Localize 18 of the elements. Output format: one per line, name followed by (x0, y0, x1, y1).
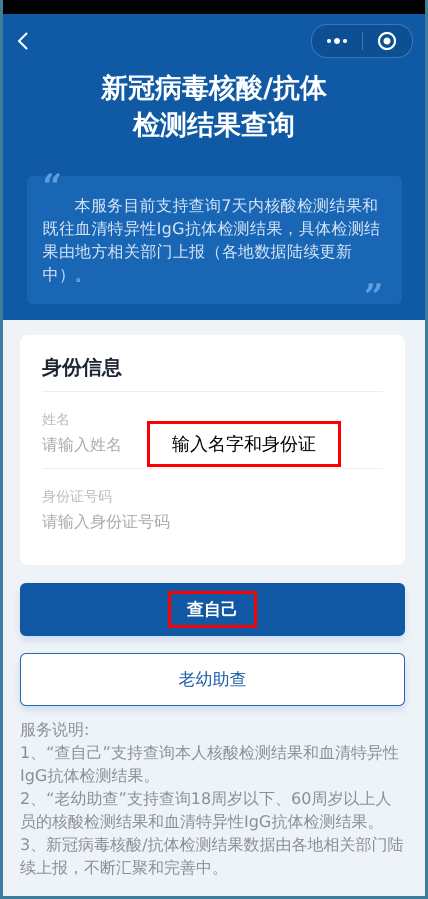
more-icon (326, 38, 348, 44)
query-self-button[interactable]: 查自己 (20, 583, 405, 636)
field-label: 姓名 (42, 411, 70, 430)
service-note: 服务说明: (20, 719, 90, 741)
service-note: 1、“查自己”支持查询本人核酸检测结果和血清特异性IgG抗体检测结果。 (20, 742, 400, 787)
service-note: 2、“老幼助查”支持查询18周岁以下、60周岁以上人员的核酸检测结果和血清特异性IgG抗体检测结果。 (20, 788, 392, 833)
button-label: 查自己 (171, 594, 254, 625)
button-label: 老幼助查 (178, 669, 248, 691)
card-title: 身份信息 (42, 349, 383, 392)
input-field[interactable]: 请输入姓名 (42, 434, 130, 458)
back-icon[interactable] (17, 31, 29, 51)
input-field[interactable]: 请输入身份证号码 (42, 511, 178, 535)
page-title: 新冠病毒核酸/抗体 检测结果查询 (101, 72, 327, 143)
annotation-callout: 输入名字和身份证 (147, 421, 341, 467)
field-label: 身份证号码 (42, 488, 112, 507)
service-note: 3、新冠病毒核酸/抗体检测结果数据由各地相关部门陆续上报，不断汇聚和完善中。 (20, 834, 405, 879)
assist-query-button[interactable]: 老幼助查 (20, 653, 405, 706)
target-icon (377, 31, 398, 51)
